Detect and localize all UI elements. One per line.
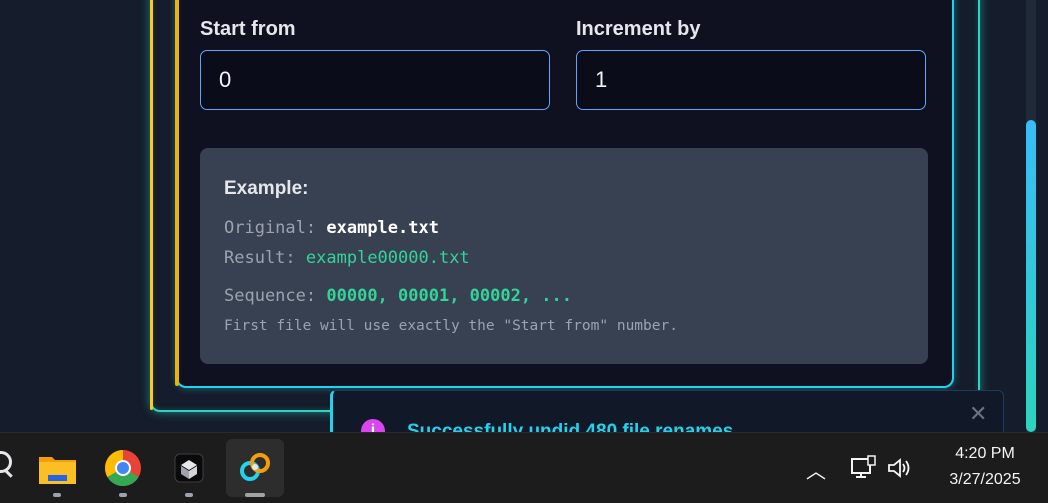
example-title: Example: [224, 178, 309, 199]
toast-message: Successfully undid 480 file renames [407, 421, 734, 432]
terminal-app-button[interactable] [160, 439, 218, 497]
chrome-icon [104, 450, 141, 487]
link-app-icon [240, 453, 270, 481]
start-from-input[interactable] [200, 50, 550, 110]
terminal-app-icon [174, 453, 204, 483]
increment-by-input[interactable] [576, 50, 926, 110]
result-filename: example00000.txt [305, 248, 470, 268]
info-icon: i [361, 419, 385, 432]
scrollbar-thumb[interactable] [1026, 120, 1036, 432]
undo-toast: i Successfully undid 480 file renames ✕ [330, 390, 1004, 432]
link-app-button[interactable] [226, 439, 284, 497]
example-note: First file will use exactly the "Start f… [224, 318, 678, 334]
increment-by-label: Increment by [576, 18, 701, 40]
sequence-values: 00000, 00001, 00002, ... [326, 286, 573, 306]
chrome-button[interactable] [94, 439, 152, 497]
file-explorer-icon [39, 457, 76, 484]
sequence-label: Sequence: [224, 286, 317, 306]
running-indicator [53, 493, 61, 497]
taskbar: ︿ 4:20 PM 3/27/2025 [0, 432, 1048, 503]
clock-time[interactable]: 4:20 PM [930, 445, 1040, 463]
search-icon[interactable] [0, 451, 12, 473]
app-background: Start from Increment by Example: Origina… [0, 0, 1048, 432]
start-from-label: Start from [200, 18, 296, 40]
running-indicator [185, 493, 193, 497]
file-explorer-button[interactable] [28, 439, 86, 497]
network-icon[interactable] [850, 455, 878, 481]
original-filename: example.txt [326, 218, 439, 238]
close-icon[interactable]: ✕ [969, 401, 987, 427]
chevron-up-icon[interactable]: ︿ [806, 455, 826, 484]
clock-date[interactable]: 3/27/2025 [930, 471, 1040, 489]
example-sequence-line: Sequence: 00000, 00001, 00002, ... [224, 286, 572, 306]
running-indicator [119, 493, 127, 497]
example-original-line: Original: example.txt [224, 218, 439, 238]
example-result-line: Result: example00000.txt [224, 248, 470, 268]
active-indicator [245, 493, 265, 497]
original-label: Original: [224, 218, 317, 238]
volume-icon[interactable] [886, 456, 914, 480]
result-label: Result: [224, 248, 296, 268]
example-preview-box: Example: Original: example.txt Result: e… [200, 148, 928, 364]
